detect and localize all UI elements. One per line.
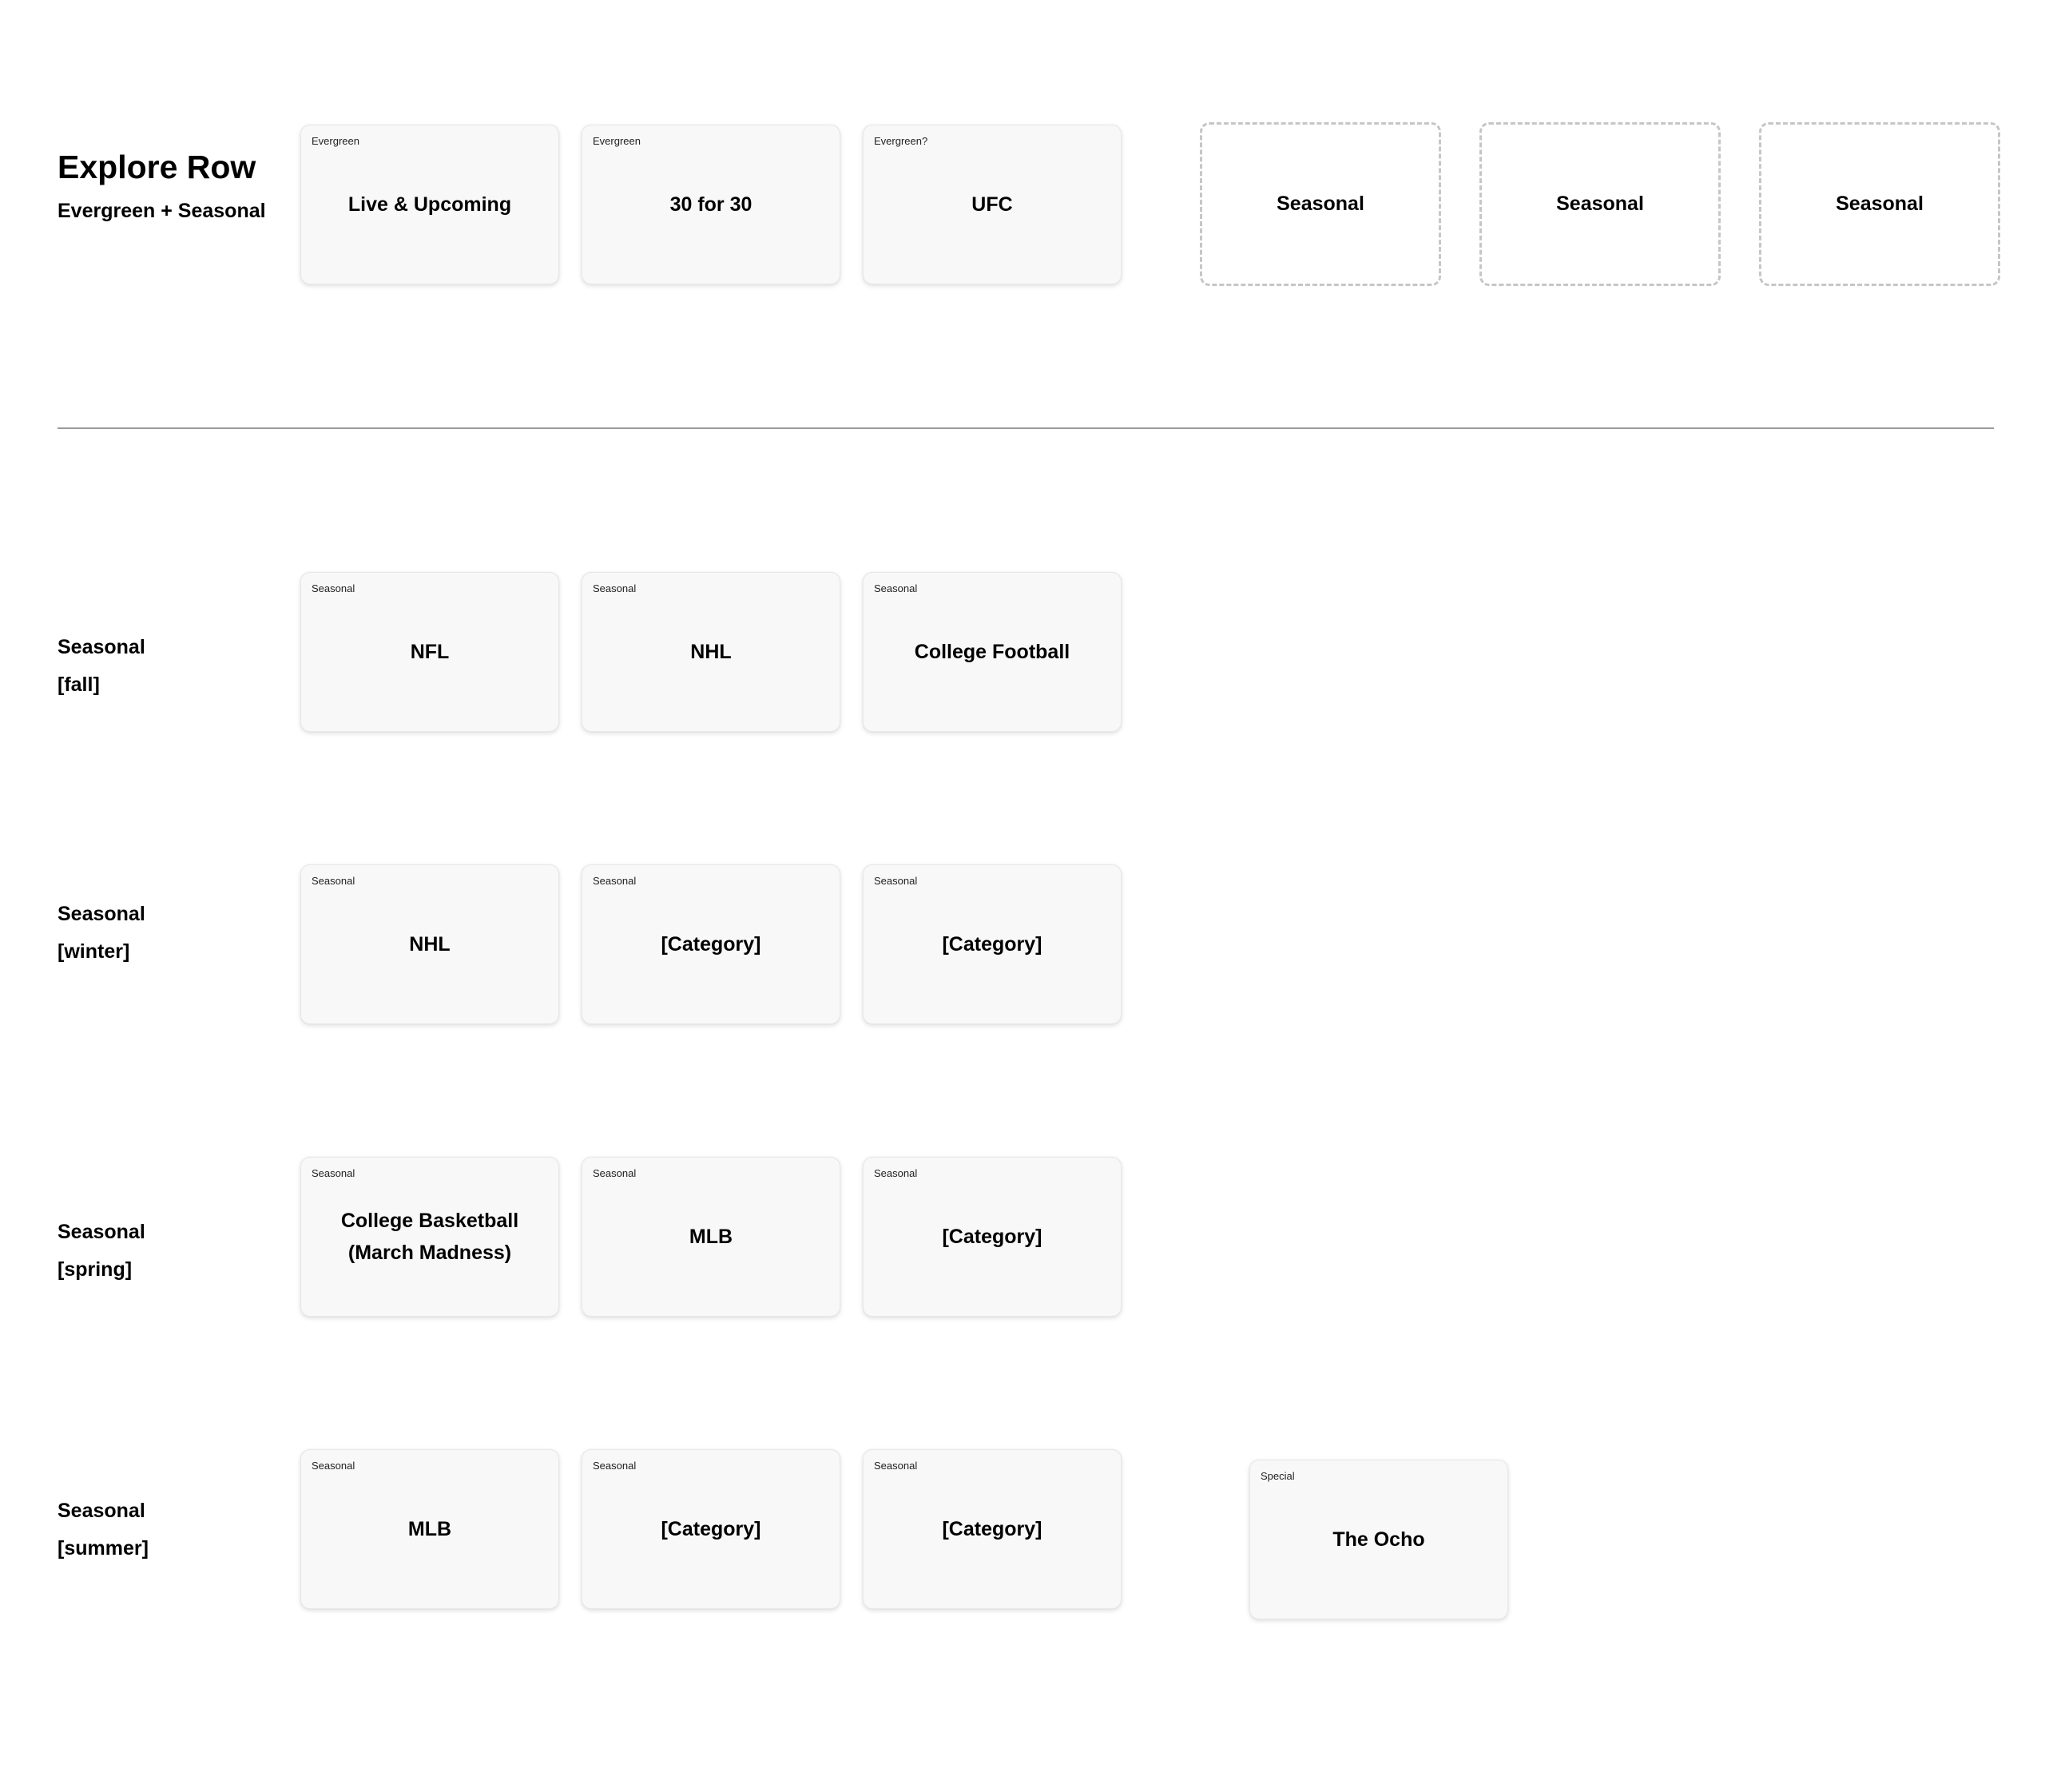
explore-card-ufc[interactable]: Evergreen? UFC [863, 125, 1122, 284]
card-nhl[interactable]: Seasonal NHL [300, 864, 559, 1024]
card-title: College Basketball (March Madness) [340, 1210, 519, 1264]
explore-row-subtitle: Evergreen + Seasonal [58, 200, 266, 222]
section-divider [58, 427, 1994, 429]
card-title: The Ocho [1332, 1528, 1425, 1551]
card-title: College Football [914, 641, 1070, 663]
card-category[interactable]: Seasonal [Category] [863, 1449, 1122, 1609]
row-label-season: [spring] [58, 1258, 133, 1281]
row-label-text: Seasonal [58, 636, 145, 658]
row-label-season: [summer] [58, 1537, 149, 1560]
card-title: [Category] [942, 1518, 1042, 1540]
card-college-football[interactable]: Seasonal College Football [863, 572, 1122, 732]
card-title: [Category] [942, 1226, 1042, 1248]
card-title: [Category] [661, 1518, 761, 1540]
explore-row-title: Explore Row [58, 149, 256, 185]
card-college-basketball[interactable]: Seasonal College Basketball (March Madne… [300, 1157, 559, 1317]
row-label-text: Seasonal [58, 1500, 145, 1522]
row-label-season: [winter] [58, 940, 130, 963]
seasonal-slot: Seasonal [1759, 122, 2000, 286]
card-category[interactable]: Seasonal [Category] [863, 1157, 1122, 1317]
card-title: NHL [409, 933, 451, 956]
card-title: UFC [971, 193, 1013, 216]
card-title: NFL [410, 641, 450, 663]
card-title: MLB [689, 1226, 733, 1248]
card-nhl[interactable]: Seasonal NHL [582, 572, 840, 732]
card-title: [Category] [661, 933, 761, 956]
slot-title: Seasonal [1277, 193, 1364, 215]
explore-card-30-for-30[interactable]: Evergreen 30 for 30 [582, 125, 840, 284]
row-label-fall: Seasonal [fall] [58, 629, 145, 704]
slot-title: Seasonal [1556, 193, 1644, 215]
row-label-text: Seasonal [58, 1221, 145, 1243]
seasonal-slot: Seasonal [1200, 122, 1441, 286]
card-title: Live & Upcoming [347, 193, 512, 216]
card-title: NHL [690, 641, 732, 663]
card-title: MLB [407, 1518, 452, 1540]
row-label-spring: Seasonal [spring] [58, 1214, 145, 1289]
seasonal-slot: Seasonal [1479, 122, 1721, 286]
card-mlb[interactable]: Seasonal MLB [582, 1157, 840, 1317]
row-label-summer: Seasonal [summer] [58, 1492, 149, 1568]
row-label-season: [fall] [58, 673, 100, 696]
card-category[interactable]: Seasonal [Category] [582, 864, 840, 1024]
card-category[interactable]: Seasonal [Category] [582, 1449, 840, 1609]
explore-card-live-upcoming[interactable]: Evergreen Live & Upcoming [300, 125, 559, 284]
card-title: 30 for 30 [669, 193, 752, 216]
slot-title: Seasonal [1836, 193, 1924, 215]
card-category[interactable]: Seasonal [Category] [863, 864, 1122, 1024]
card-mlb[interactable]: Seasonal MLB [300, 1449, 559, 1609]
card-title: [Category] [942, 933, 1042, 956]
card-the-ocho[interactable]: Special The Ocho [1249, 1460, 1508, 1619]
row-label-winter: Seasonal [winter] [58, 896, 145, 971]
card-nfl[interactable]: Seasonal NFL [300, 572, 559, 732]
row-label-text: Seasonal [58, 903, 145, 925]
